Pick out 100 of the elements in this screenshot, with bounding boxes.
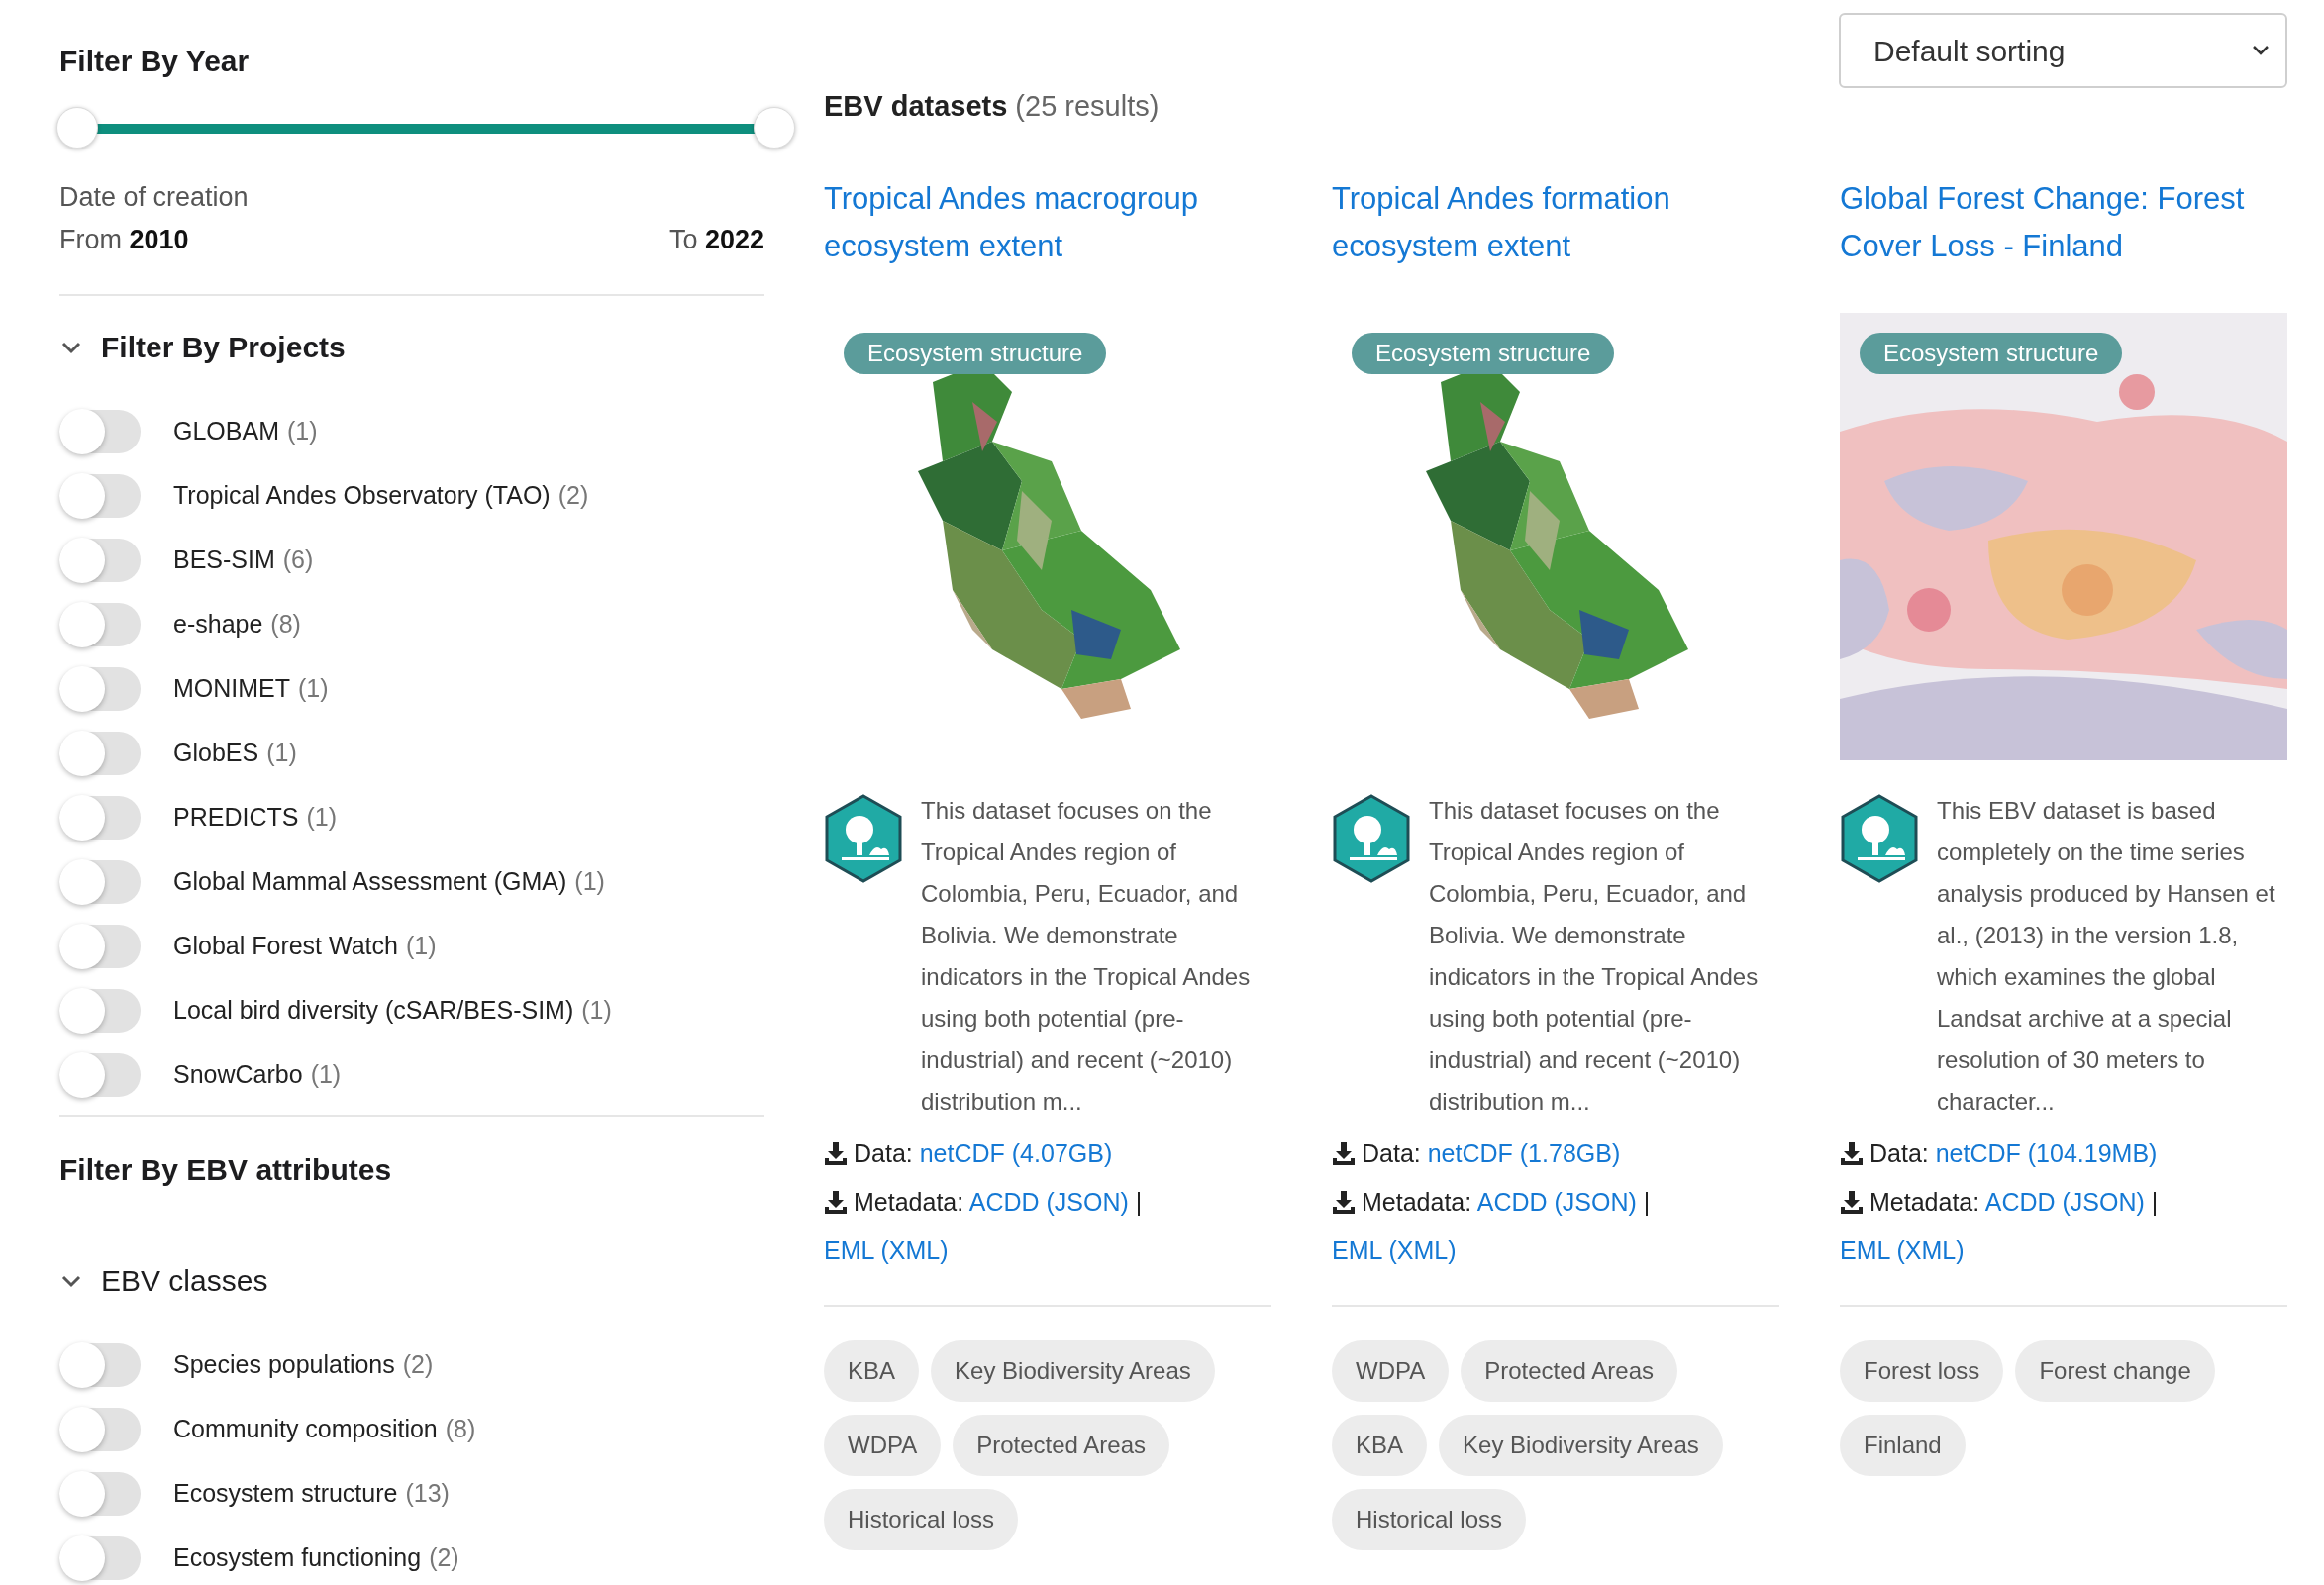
metadata-link[interactable]: EML (XML) [1332, 1237, 1457, 1264]
tag[interactable]: Key Biodiversity Areas [931, 1340, 1215, 1402]
download-icon [1840, 1141, 1864, 1165]
metadata-link[interactable]: EML (XML) [824, 1237, 949, 1264]
metadata-link[interactable]: EML (XML) [1840, 1237, 1965, 1264]
toggle-switch[interactable] [59, 538, 141, 582]
filter-title: Filter By EBV attributes [59, 1152, 393, 1188]
download-link[interactable]: netCDF (1.78GB) [1427, 1139, 1621, 1167]
toggle-switch[interactable] [59, 988, 141, 1033]
chevron-down-icon[interactable] [61, 341, 81, 354]
count: (6) [282, 544, 314, 575]
category-badge: Ecosystem structure [844, 333, 1107, 374]
count: (8) [445, 1413, 476, 1444]
chevron-down-icon [2252, 45, 2270, 56]
download-icon [1840, 1190, 1864, 1214]
tree-icon [1840, 794, 1919, 883]
range-slider[interactable] [57, 107, 794, 150]
chevron-down-icon[interactable] [61, 1274, 81, 1288]
sort-dropdown[interactable]: Default sorting [1839, 13, 2287, 88]
count: (1) [581, 994, 612, 1026]
to-year: To 2022 [668, 224, 764, 256]
count: (2) [557, 479, 589, 511]
toggle-label: Local bird diversity (cSAR/BES-SIM) [173, 994, 574, 1026]
toggle-switch[interactable] [59, 1535, 141, 1580]
download-icon [824, 1190, 848, 1214]
dataset-title-link[interactable]: Global Forest Change: Forest Cover Loss - Finland [1840, 175, 2287, 270]
count: (1) [287, 415, 318, 446]
group-header[interactable]: Filter By Projects [101, 330, 346, 365]
tag[interactable]: KBA [1332, 1415, 1428, 1476]
tag[interactable]: Protected Areas [1461, 1340, 1677, 1402]
separator: | [1643, 1188, 1651, 1216]
count: (2) [429, 1541, 459, 1573]
toggle-label: SnowCarbo [173, 1058, 303, 1090]
count: (1) [266, 737, 297, 768]
category-badge: Ecosystem structure [1860, 333, 2123, 374]
results-count: (25 results) [1015, 89, 1160, 124]
metadata-label: Metadata: [854, 1188, 964, 1216]
count: (1) [574, 865, 605, 897]
toggle-label: GLOBAM [173, 415, 279, 446]
toggle-label: Species populations [173, 1348, 395, 1380]
toggle-label: e-shape [173, 608, 263, 640]
tag[interactable]: WDPA [824, 1415, 942, 1476]
tree-icon [824, 794, 903, 883]
tag[interactable]: Key Biodiversity Areas [1439, 1415, 1723, 1476]
tag[interactable]: Historical loss [824, 1489, 1019, 1550]
data-label: Data: [1362, 1139, 1421, 1167]
dataset-title-link[interactable]: Tropical Andes formation ecosystem extent [1332, 175, 1779, 270]
toggle-switch[interactable] [59, 1407, 141, 1451]
toggle-label: MONIMET [173, 672, 291, 704]
toggle-label: Global Forest Watch [173, 930, 398, 961]
toggle-label: Ecosystem structure [173, 1477, 398, 1509]
toggle-switch[interactable] [59, 859, 141, 904]
toggle-switch[interactable] [59, 473, 141, 518]
count: (2) [402, 1348, 434, 1380]
count: (1) [298, 672, 329, 704]
data-label: Data: [854, 1139, 913, 1167]
group-header[interactable]: EBV classes [101, 1263, 268, 1299]
description: This EBV dataset is based completely on the time series analysis produced by Hansen et al., (2013) in the version 1.8, which examines the global Landsat archive at a special resolution of 30 meters to character... [1937, 796, 2276, 1117]
tag[interactable]: Historical loss [1332, 1489, 1527, 1550]
caption: Date of creation [59, 181, 250, 214]
tag[interactable]: Forest loss [1840, 1340, 2004, 1402]
tag[interactable]: Protected Areas [953, 1415, 1169, 1476]
slider-handle[interactable] [754, 107, 795, 149]
metadata-label: Metadata: [1362, 1188, 1472, 1216]
toggle-label: Global Mammal Assessment (GMA) [173, 865, 567, 897]
toggle-switch[interactable] [59, 924, 141, 968]
description: This dataset focuses on the Tropical Andes region of Colombia, Peru, Ecuador, and Bolivia. We demonstrate indicators in the Tropical Andes using both potential (pre-industrial) and recent (~2010) distribution m... [921, 796, 1252, 1117]
slider-handle[interactable] [56, 107, 98, 149]
toggle-switch[interactable] [59, 1471, 141, 1516]
toggle-label: GlobES [173, 737, 259, 768]
tag[interactable]: Forest change [2015, 1340, 2215, 1402]
tag[interactable]: WDPA [1332, 1340, 1450, 1402]
toggle-switch[interactable] [59, 602, 141, 646]
category-badge: Ecosystem structure [1352, 333, 1615, 374]
toggle-switch[interactable] [59, 409, 141, 453]
metadata-label: Metadata: [1869, 1188, 1980, 1216]
toggle-switch[interactable] [59, 1342, 141, 1387]
tree-icon [1332, 794, 1411, 883]
count: (8) [270, 608, 301, 640]
metadata-link[interactable]: ACDD (JSON) [1984, 1188, 2145, 1216]
toggle-switch[interactable] [59, 731, 141, 775]
toggle-label: BES-SIM [173, 544, 275, 575]
tag[interactable]: KBA [824, 1340, 920, 1402]
download-link[interactable]: netCDF (4.07GB) [919, 1139, 1113, 1167]
metadata-link[interactable]: ACDD (JSON) [968, 1188, 1129, 1216]
toggle-switch[interactable] [59, 795, 141, 840]
toggle-label: Ecosystem functioning [173, 1541, 422, 1573]
count: (1) [306, 801, 337, 833]
tag[interactable]: Finland [1840, 1415, 1966, 1476]
download-icon [824, 1141, 848, 1165]
description: This dataset focuses on the Tropical Andes region of Colombia, Peru, Ecuador, and Bolivia. We demonstrate indicators in the Tropical Andes using both potential (pre-industrial) and recent (~2010) distribution m... [1429, 796, 1760, 1117]
download-icon [1332, 1141, 1356, 1165]
toggle-switch[interactable] [59, 1052, 141, 1097]
count: (13) [405, 1477, 450, 1509]
toggle-label: PREDICTS [173, 801, 299, 833]
download-icon [1332, 1190, 1356, 1214]
metadata-link[interactable]: ACDD (JSON) [1476, 1188, 1637, 1216]
toggle-switch[interactable] [59, 666, 141, 711]
download-link[interactable]: netCDF (104.19MB) [1935, 1139, 2158, 1167]
dataset-title-link[interactable]: Tropical Andes macrogroup ecosystem extent [824, 175, 1271, 270]
